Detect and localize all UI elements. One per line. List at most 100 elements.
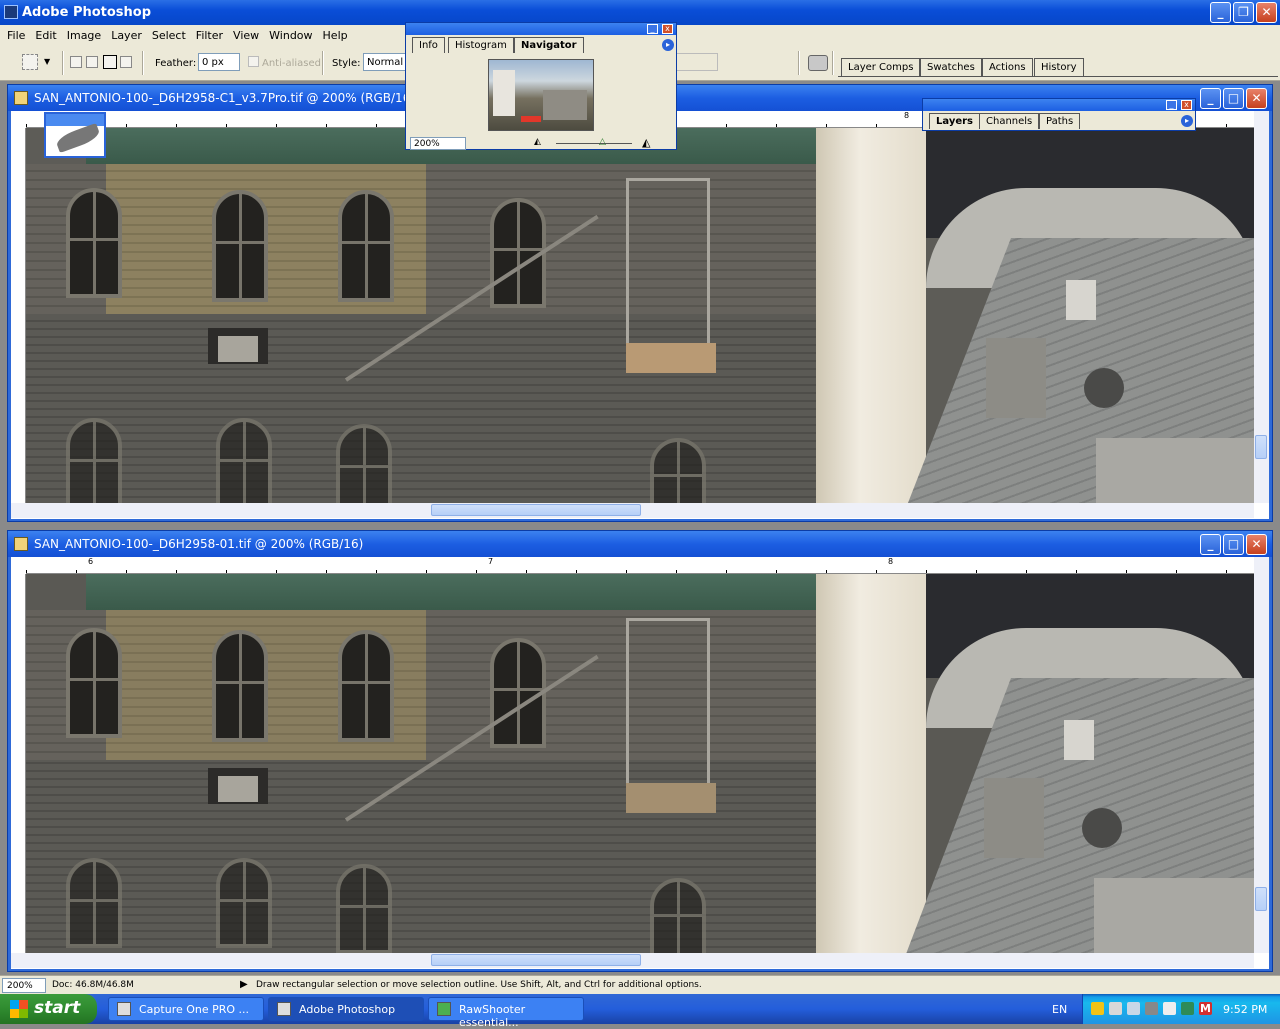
printer-icon[interactable] xyxy=(1109,1002,1122,1015)
style-label: Style: xyxy=(332,58,361,69)
horizontal-ruler[interactable]: 6 7 8 xyxy=(26,557,1254,574)
network-icon[interactable] xyxy=(1127,1002,1140,1015)
clock[interactable]: 9:52 PM xyxy=(1223,1003,1267,1016)
status-bar: 200% Doc: 46.8M/46.8M ▶ Draw rectangular… xyxy=(0,975,1280,994)
taskbar-item-rawshooter[interactable]: RawShooter essential... xyxy=(428,997,584,1029)
feather-input[interactable]: 0 px xyxy=(198,53,240,71)
palette-menu-icon[interactable]: ▸ xyxy=(1181,115,1193,127)
doc-minimize-button[interactable]: _ xyxy=(1200,88,1221,109)
zoom-slider[interactable] xyxy=(556,143,632,144)
tool-preset-dropdown-icon[interactable]: ▼ xyxy=(44,57,50,66)
layers-palette: _ x Layers Channels Paths ▸ xyxy=(922,98,1196,131)
file-browser-icon[interactable] xyxy=(808,55,828,71)
capture-one-icon xyxy=(117,1002,131,1016)
tab-info[interactable]: Info xyxy=(412,37,445,53)
document-title: SAN_ANTONIO-100-_D6H2958-C1_v3.7Pro.tif … xyxy=(34,91,416,105)
system-tray: M 9:52 PM xyxy=(1082,994,1280,1024)
tab-layers[interactable]: Layers xyxy=(929,113,980,129)
menu-help[interactable]: Help xyxy=(318,29,353,42)
menu-view[interactable]: View xyxy=(228,29,264,42)
palette-titlebar[interactable]: _ x xyxy=(406,23,676,35)
ruler-label: 8 xyxy=(904,111,910,120)
doc-close-button[interactable]: ✕ xyxy=(1246,534,1267,555)
taskbar-item-label: RawShooter essential... xyxy=(459,1003,526,1029)
palette-minimize-button[interactable]: _ xyxy=(1166,100,1177,110)
anti-aliased-label: Anti-aliased xyxy=(262,58,322,69)
photoshop-icon xyxy=(277,1002,291,1016)
menu-window[interactable]: Window xyxy=(264,29,317,42)
language-indicator[interactable]: EN xyxy=(1052,1003,1067,1016)
restore-button[interactable]: ❐ xyxy=(1233,2,1254,23)
taskbar-item-capture-one[interactable]: Capture One PRO ... xyxy=(108,997,264,1021)
intersect-selection-icon[interactable] xyxy=(120,56,132,68)
menu-layer[interactable]: Layer xyxy=(106,29,147,42)
close-button[interactable]: ✕ xyxy=(1256,2,1277,23)
vertical-ruler[interactable] xyxy=(11,574,26,953)
anti-aliased-checkbox[interactable] xyxy=(248,56,259,67)
vertical-scrollbar[interactable] xyxy=(1254,111,1269,503)
doc-titlebar[interactable]: SAN_ANTONIO-100-_D6H2958-01.tif @ 200% (… xyxy=(8,531,1272,557)
subtract-from-selection-icon[interactable] xyxy=(103,55,117,69)
tab-navigator[interactable]: Navigator xyxy=(514,37,584,53)
palette-minimize-button[interactable]: _ xyxy=(647,24,658,34)
zoom-slider-handle[interactable]: △ xyxy=(599,137,606,147)
marquee-tool-icon[interactable] xyxy=(22,54,38,70)
taskbar-item-photoshop[interactable]: Adobe Photoshop xyxy=(268,997,424,1021)
doc-minimize-button[interactable]: _ xyxy=(1200,534,1221,555)
doc-maximize-button[interactable]: □ xyxy=(1223,88,1244,109)
well-tab-history[interactable]: History xyxy=(1034,58,1084,76)
ruler-label: 7 xyxy=(488,557,494,566)
mcafee-icon[interactable]: M xyxy=(1199,1002,1212,1015)
display-icon[interactable] xyxy=(1145,1002,1158,1015)
taskbar: start Capture One PRO ... Adobe Photosho… xyxy=(0,994,1280,1029)
menu-edit[interactable]: Edit xyxy=(30,29,61,42)
document-icon xyxy=(14,91,28,105)
navigator-thumbnail[interactable] xyxy=(488,59,594,131)
palette-well: Layer Comps Swatches Actions History xyxy=(838,55,1278,77)
minimize-button[interactable]: _ xyxy=(1210,2,1231,23)
tab-channels[interactable]: Channels xyxy=(979,113,1040,129)
status-menu-arrow-icon[interactable]: ▶ xyxy=(240,979,248,990)
ruler-label: 6 xyxy=(88,557,94,566)
zoom-in-icon[interactable]: ◭ xyxy=(642,136,650,149)
ruler-label: 8 xyxy=(888,557,894,566)
feather-thumbnail-icon[interactable] xyxy=(44,112,106,158)
horizontal-scrollbar[interactable] xyxy=(11,503,1254,518)
document-icon xyxy=(14,537,28,551)
palette-menu-icon[interactable]: ▸ xyxy=(662,39,674,51)
well-tab-swatches[interactable]: Swatches xyxy=(920,58,982,76)
style-select[interactable]: Normal xyxy=(363,53,407,71)
add-to-selection-icon[interactable] xyxy=(86,56,98,68)
new-selection-icon[interactable] xyxy=(70,56,82,68)
horizontal-scrollbar[interactable] xyxy=(11,953,1254,968)
tab-histogram[interactable]: Histogram xyxy=(448,37,514,53)
doc-maximize-button[interactable]: □ xyxy=(1223,534,1244,555)
document-window-bottom: SAN_ANTONIO-100-_D6H2958-01.tif @ 200% (… xyxy=(7,530,1273,972)
rawshooter-icon xyxy=(437,1002,451,1016)
image-canvas[interactable] xyxy=(26,128,1254,503)
zoom-out-icon[interactable]: ◭ xyxy=(534,137,541,147)
tray-app-icon[interactable] xyxy=(1181,1002,1194,1015)
start-label: start xyxy=(34,998,81,1018)
volume-icon[interactable] xyxy=(1163,1002,1176,1015)
palette-titlebar[interactable]: _ x xyxy=(923,99,1195,111)
vertical-scrollbar[interactable] xyxy=(1254,557,1269,953)
menu-filter[interactable]: Filter xyxy=(191,29,228,42)
menu-select[interactable]: Select xyxy=(147,29,191,42)
tab-paths[interactable]: Paths xyxy=(1039,113,1081,129)
navigator-zoom-input[interactable]: 200% xyxy=(410,137,466,150)
start-button[interactable]: start xyxy=(0,994,97,1024)
image-canvas[interactable] xyxy=(26,574,1254,953)
menu-image[interactable]: Image xyxy=(62,29,106,42)
security-shield-icon[interactable] xyxy=(1091,1002,1104,1015)
photoshop-app-icon xyxy=(4,5,18,19)
well-tab-actions[interactable]: Actions xyxy=(982,58,1033,76)
vertical-ruler[interactable] xyxy=(11,128,26,503)
palette-close-button[interactable]: x xyxy=(662,24,673,34)
well-tab-layer-comps[interactable]: Layer Comps xyxy=(841,58,921,76)
status-zoom-input[interactable]: 200% xyxy=(2,978,46,993)
doc-size-info: Doc: 46.8M/46.8M xyxy=(52,980,134,990)
doc-close-button[interactable]: ✕ xyxy=(1246,88,1267,109)
palette-close-button[interactable]: x xyxy=(1181,100,1192,110)
menu-file[interactable]: File xyxy=(2,29,30,42)
